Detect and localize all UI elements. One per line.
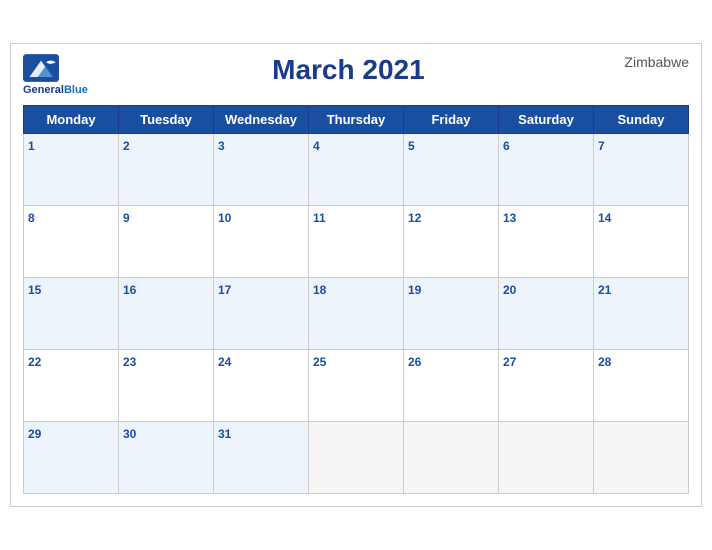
day-number: 21 bbox=[598, 283, 611, 297]
table-row: 2 bbox=[119, 133, 214, 205]
day-number: 26 bbox=[408, 355, 421, 369]
generalblue-logo-icon bbox=[23, 54, 59, 82]
logo-general-text: GeneralBlue bbox=[23, 84, 88, 96]
day-number: 20 bbox=[503, 283, 516, 297]
day-number: 8 bbox=[28, 211, 35, 225]
table-row: 30 bbox=[119, 421, 214, 493]
table-row: 14 bbox=[594, 205, 689, 277]
header-thursday: Thursday bbox=[309, 105, 404, 133]
calendar-week-row: 1 2 3 4 5 6 7 bbox=[24, 133, 689, 205]
table-row: 4 bbox=[309, 133, 404, 205]
calendar-week-row: 22 23 24 25 26 27 28 bbox=[24, 349, 689, 421]
table-row: 10 bbox=[214, 205, 309, 277]
day-number: 29 bbox=[28, 427, 41, 441]
table-row: 12 bbox=[404, 205, 499, 277]
header-friday: Friday bbox=[404, 105, 499, 133]
calendar-week-row: 29 30 31 bbox=[24, 421, 689, 493]
day-number: 25 bbox=[313, 355, 326, 369]
header-saturday: Saturday bbox=[499, 105, 594, 133]
table-row: 26 bbox=[404, 349, 499, 421]
table-row: 31 bbox=[214, 421, 309, 493]
table-row: 25 bbox=[309, 349, 404, 421]
calendar-week-row: 8 9 10 11 12 13 14 bbox=[24, 205, 689, 277]
day-number: 27 bbox=[503, 355, 516, 369]
header-tuesday: Tuesday bbox=[119, 105, 214, 133]
header-wednesday: Wednesday bbox=[214, 105, 309, 133]
day-number: 12 bbox=[408, 211, 421, 225]
table-row: 27 bbox=[499, 349, 594, 421]
table-row: 18 bbox=[309, 277, 404, 349]
table-row: 8 bbox=[24, 205, 119, 277]
table-row: 20 bbox=[499, 277, 594, 349]
day-number: 22 bbox=[28, 355, 41, 369]
day-number: 2 bbox=[123, 139, 130, 153]
table-row: 13 bbox=[499, 205, 594, 277]
logo-area: GeneralBlue bbox=[23, 54, 88, 96]
calendar-week-row: 15 16 17 18 19 20 21 bbox=[24, 277, 689, 349]
day-number: 28 bbox=[598, 355, 611, 369]
table-row bbox=[309, 421, 404, 493]
day-number: 7 bbox=[598, 139, 605, 153]
table-row: 19 bbox=[404, 277, 499, 349]
day-number: 14 bbox=[598, 211, 611, 225]
calendar-grid: Monday Tuesday Wednesday Thursday Friday… bbox=[23, 105, 689, 494]
table-row bbox=[499, 421, 594, 493]
day-number: 16 bbox=[123, 283, 136, 297]
calendar-header: GeneralBlue March 2021 Zimbabwe bbox=[23, 54, 689, 96]
calendar-container: GeneralBlue March 2021 Zimbabwe Monday T… bbox=[10, 43, 702, 506]
day-number: 1 bbox=[28, 139, 35, 153]
table-row: 16 bbox=[119, 277, 214, 349]
table-row: 15 bbox=[24, 277, 119, 349]
table-row: 28 bbox=[594, 349, 689, 421]
day-number: 31 bbox=[218, 427, 231, 441]
day-number: 4 bbox=[313, 139, 320, 153]
table-row: 9 bbox=[119, 205, 214, 277]
day-number: 30 bbox=[123, 427, 136, 441]
day-number: 13 bbox=[503, 211, 516, 225]
table-row: 11 bbox=[309, 205, 404, 277]
day-number: 3 bbox=[218, 139, 225, 153]
day-number: 5 bbox=[408, 139, 415, 153]
country-label: Zimbabwe bbox=[609, 54, 689, 70]
header-monday: Monday bbox=[24, 105, 119, 133]
weekday-header-row: Monday Tuesday Wednesday Thursday Friday… bbox=[24, 105, 689, 133]
header-sunday: Sunday bbox=[594, 105, 689, 133]
table-row: 22 bbox=[24, 349, 119, 421]
table-row: 17 bbox=[214, 277, 309, 349]
table-row bbox=[404, 421, 499, 493]
day-number: 9 bbox=[123, 211, 130, 225]
table-row: 7 bbox=[594, 133, 689, 205]
calendar-title: March 2021 bbox=[88, 54, 609, 86]
table-row: 3 bbox=[214, 133, 309, 205]
day-number: 6 bbox=[503, 139, 510, 153]
table-row: 1 bbox=[24, 133, 119, 205]
table-row: 29 bbox=[24, 421, 119, 493]
day-number: 19 bbox=[408, 283, 421, 297]
table-row bbox=[594, 421, 689, 493]
day-number: 23 bbox=[123, 355, 136, 369]
table-row: 23 bbox=[119, 349, 214, 421]
day-number: 10 bbox=[218, 211, 231, 225]
day-number: 11 bbox=[313, 211, 326, 225]
day-number: 18 bbox=[313, 283, 326, 297]
table-row: 21 bbox=[594, 277, 689, 349]
table-row: 6 bbox=[499, 133, 594, 205]
day-number: 24 bbox=[218, 355, 231, 369]
day-number: 15 bbox=[28, 283, 41, 297]
day-number: 17 bbox=[218, 283, 231, 297]
table-row: 24 bbox=[214, 349, 309, 421]
table-row: 5 bbox=[404, 133, 499, 205]
